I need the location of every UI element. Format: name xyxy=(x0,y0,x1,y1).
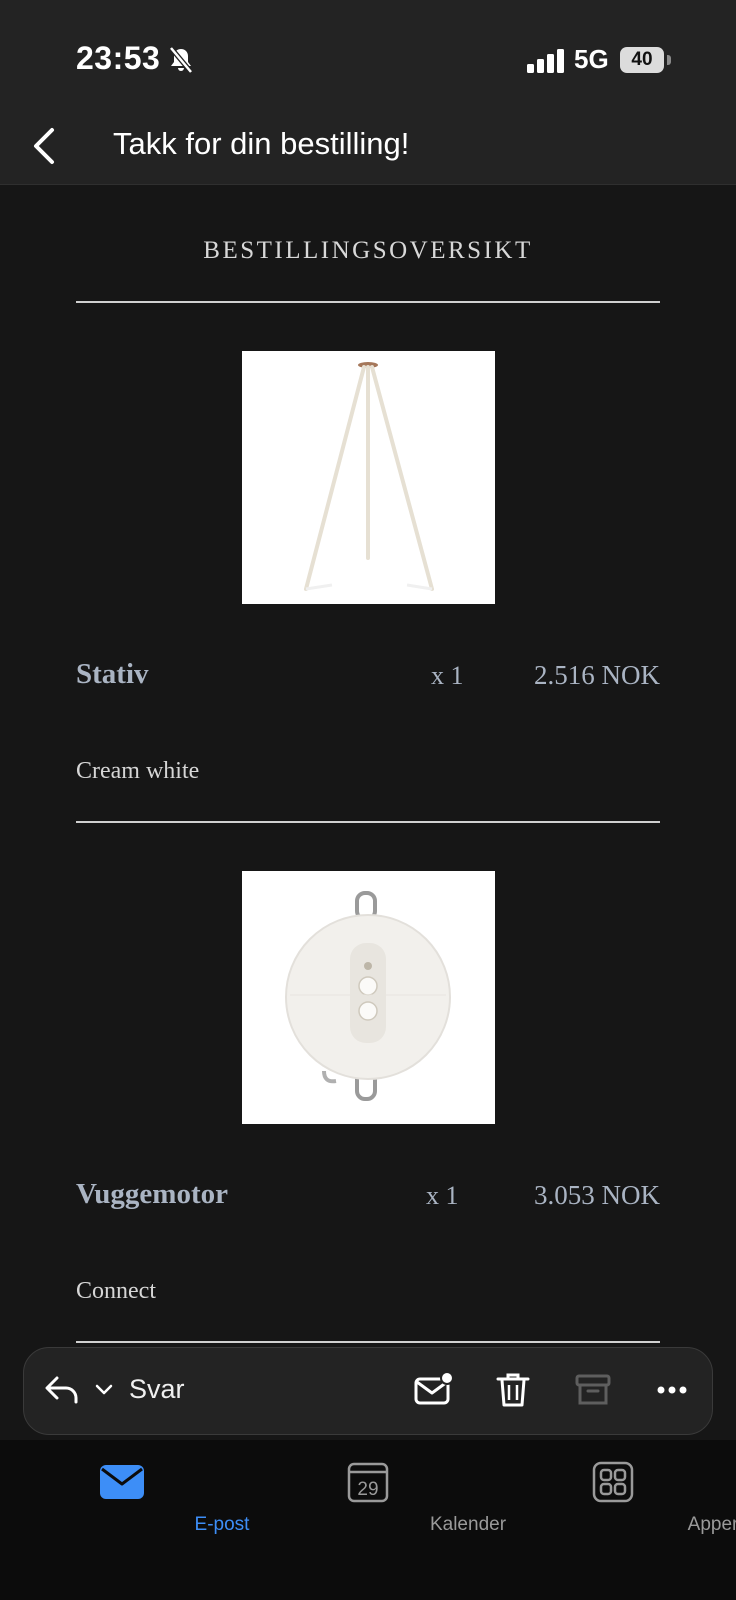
more-icon[interactable] xyxy=(652,1370,692,1410)
signal-icon xyxy=(527,49,564,73)
product-image-stativ[interactable] xyxy=(242,351,495,604)
mail-icon xyxy=(100,1465,144,1499)
email-action-bar: Svar xyxy=(23,1347,713,1435)
divider xyxy=(76,821,660,823)
tab-label: Apper xyxy=(687,1514,736,1535)
tripod-stand-image xyxy=(242,351,495,604)
email-body: BESTILLINGSOVERSIKT Stativ x 1 2.516 NOK… xyxy=(0,185,736,1421)
calendar-date: 29 xyxy=(357,1479,378,1500)
trash-icon[interactable] xyxy=(493,1370,533,1410)
divider xyxy=(76,301,660,303)
product-name: Vuggemotor xyxy=(76,1178,228,1210)
product-quantity: x 1 xyxy=(426,1181,459,1210)
status-bar: 23:53 5G 40 xyxy=(0,0,736,110)
archive-icon[interactable] xyxy=(573,1370,613,1410)
tab-label: Kalender xyxy=(429,1514,507,1535)
product-price: 3.053 NOK xyxy=(534,1180,660,1210)
divider xyxy=(76,1341,660,1343)
reply-button[interactable]: Svar xyxy=(129,1374,185,1405)
page-title: Takk for din bestilling! xyxy=(113,126,410,161)
section-title: BESTILLINGSOVERSIKT xyxy=(203,237,533,264)
chevron-left-icon[interactable] xyxy=(30,124,60,168)
tab-label: E-post xyxy=(194,1514,250,1535)
apps-grid-icon xyxy=(592,1461,634,1503)
chevron-down-icon[interactable] xyxy=(94,1380,114,1400)
cradle-motor-image xyxy=(242,871,495,1124)
network-type: 5G xyxy=(574,44,609,74)
reply-icon[interactable] xyxy=(44,1374,80,1406)
product-name: Stativ xyxy=(76,658,149,690)
silent-bell-icon xyxy=(169,46,193,74)
clock: 23:53 xyxy=(76,40,161,76)
product-price: 2.516 NOK xyxy=(534,660,660,690)
battery-tip xyxy=(667,55,671,65)
product-quantity: x 1 xyxy=(431,661,464,690)
product-image-vuggemotor[interactable] xyxy=(242,871,495,1124)
battery-level: 40 xyxy=(631,49,653,70)
nav-bar: Takk for din bestilling! xyxy=(0,110,736,185)
tab-bar: E-post 29 Kalender Apper xyxy=(0,1440,736,1600)
battery-icon: 40 xyxy=(620,47,664,73)
product-variant: Cream white xyxy=(76,758,200,784)
product-variant: Connect xyxy=(76,1278,156,1304)
mark-unread-icon[interactable] xyxy=(413,1370,453,1410)
calendar-icon: 29 xyxy=(347,1462,389,1503)
